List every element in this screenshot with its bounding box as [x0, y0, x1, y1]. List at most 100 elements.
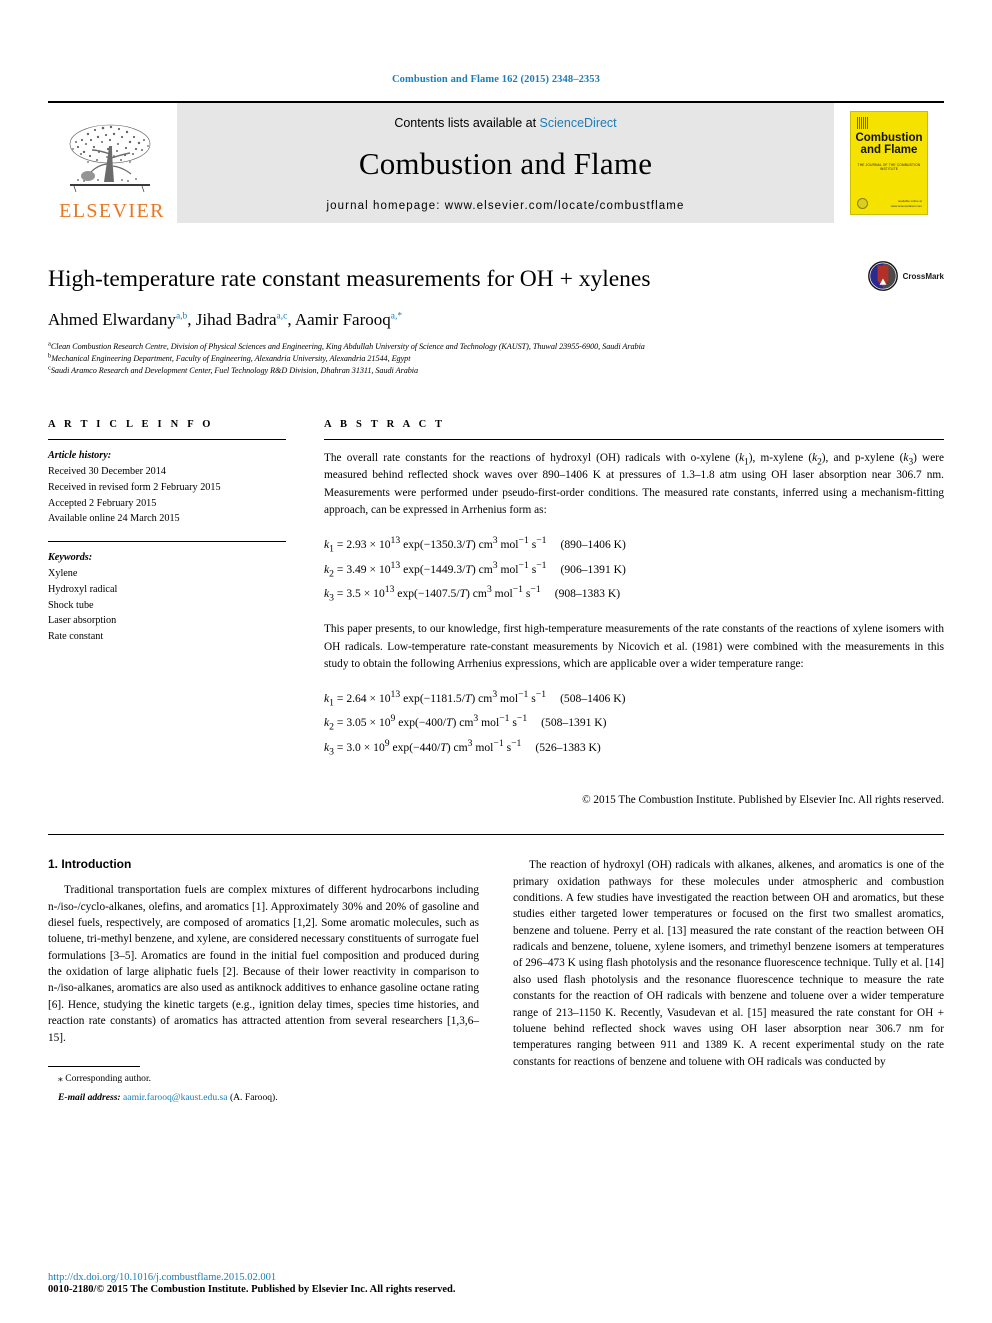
elsevier-wordmark: ELSEVIER — [59, 200, 165, 222]
equation-k3: k3 = 3.5 × 1013 exp(−1407.5/T) cm3 mol−1… — [324, 582, 944, 606]
equation-combined-k3: k3 = 3.0 × 109 exp(−440/T) cm3 mol−1 s−1… — [324, 736, 944, 760]
abstract-heading: A B S T R A C T — [324, 419, 446, 431]
eq-post: ) cm — [466, 586, 487, 600]
eq-units-exp: −1 — [493, 737, 504, 749]
corresponding-marker: ⁎ — [58, 1072, 63, 1084]
affiliation-text: Mechanical Engineering Department, Facul… — [51, 354, 411, 364]
eq-mid: exp(−440/ — [389, 740, 441, 754]
keyword-item: Hydroxyl radical — [48, 583, 118, 595]
journal-masthead: ELSEVIER Contents lists available at Sci… — [48, 101, 944, 223]
eq-units-exp: −1 — [518, 689, 529, 701]
divider — [324, 439, 944, 441]
keywords-label: Keywords: — [48, 552, 93, 564]
email-note: E-mail address: aamir.farooq@kaust.edu.s… — [48, 1091, 479, 1105]
homepage-url[interactable]: www.elsevier.com/locate/combustflame — [445, 200, 685, 212]
body-columns: 1. Introduction Traditional transportati… — [48, 857, 944, 1106]
email-label: E-mail address: — [58, 1092, 121, 1104]
corresponding-text: Corresponding author. — [65, 1072, 152, 1084]
eq-units-a: mol — [478, 716, 500, 730]
eq-units-a: mol — [497, 692, 519, 706]
eq-units-a: mol — [497, 562, 519, 576]
author-name-2: Jihad Badra — [195, 310, 277, 330]
eq-mid: exp(−1449.3/ — [400, 562, 466, 576]
crossmark-badge[interactable]: CrossMark — [867, 261, 944, 291]
eq-range: (908–1383 K) — [554, 586, 621, 600]
equation-k2: k2 = 3.49 × 1013 exp(−1449.3/T) cm3 mol−… — [324, 558, 944, 582]
keywords-block: Keywords: Xylene Hydroxyl radical Shock … — [48, 550, 286, 645]
page-title: High-temperature rate constant measureme… — [48, 266, 651, 292]
eq-mid: exp(−1350.3/ — [400, 538, 466, 552]
keyword-item: Xylene — [48, 567, 78, 579]
cover-footer: available online at www.sciencedirect.co… — [891, 199, 922, 208]
body-column-right: The reaction of hydroxyl (OH) radicals w… — [513, 857, 944, 1106]
affiliation-text: Clean Combustion Research Centre, Divisi… — [50, 342, 645, 352]
email-link[interactable]: aamir.farooq@kaust.edu.sa — [123, 1092, 227, 1103]
cover-footer-line2: www.sciencedirect.com — [890, 203, 922, 208]
section-heading-introduction: 1. Introduction — [48, 857, 132, 872]
eq-units-b: s — [503, 740, 512, 754]
eq-range: (508–1406 K) — [560, 692, 626, 706]
corresponding-author-note: ⁎ Corresponding author. — [48, 1072, 479, 1086]
homepage-prefix: journal homepage: — [326, 200, 445, 212]
eq-units-exp: −1 — [512, 584, 523, 596]
elsevier-logo: ELSEVIER — [48, 103, 176, 223]
eq-mid: exp(−1181.5/ — [400, 692, 465, 706]
page-footer: http://dx.doi.org/10.1016/j.combustflame… — [48, 1272, 508, 1295]
affiliation-item: bMechanical Engineering Department, Facu… — [48, 353, 944, 365]
divider — [48, 541, 286, 543]
intro-paragraph-left: Traditional transportation fuels are com… — [48, 884, 479, 1044]
abstract-part: ), m-xylene ( — [748, 452, 813, 465]
eq-units-b-exp: −1 — [511, 737, 522, 749]
eq-post: ) cm — [471, 538, 493, 552]
author-list: Ahmed Elwardanya,b, Jihad Badraa,c, Aami… — [48, 310, 403, 330]
abstract-paragraph-2: This paper presents, to our knowledge, f… — [324, 623, 944, 670]
eq-pre: = 2.64 × 10 — [333, 692, 391, 706]
eq-units-a: mol — [472, 740, 494, 754]
eq-pre: = 3.49 × 10 — [333, 562, 391, 576]
journal-homepage-line: journal homepage: www.elsevier.com/locat… — [327, 200, 685, 212]
eq-units-exp: −1 — [518, 535, 529, 547]
intro-paragraph-right: The reaction of hydroxyl (OH) radicals w… — [513, 859, 944, 1068]
affiliation-item: aClean Combustion Research Centre, Divis… — [48, 341, 944, 353]
eq-units-exp: −1 — [499, 713, 510, 725]
eq-units-b-exp: −1 — [516, 713, 528, 725]
body-column-left: 1. Introduction Traditional transportati… — [48, 857, 479, 1106]
eq-range: (508–1391 K) — [541, 716, 607, 730]
eq-units-a: mol — [497, 538, 519, 552]
eq-range: (906–1391 K) — [560, 562, 626, 576]
abstract-part: The overall rate constants for the react… — [324, 452, 740, 465]
contents-prefix: Contents lists available at — [394, 116, 540, 130]
crossmark-icon — [867, 261, 898, 291]
affiliation-text: Saudi Aramco Research and Development Ce… — [50, 366, 419, 376]
eq-mid: exp(−1407.5/ — [394, 586, 460, 600]
running-head: Combustion and Flame 162 (2015) 2348–235… — [392, 74, 600, 85]
eq-range: (526–1383 K) — [535, 740, 601, 754]
article-info-heading: A R T I C L E I N F O — [48, 419, 214, 431]
abstract-part: ), and p-xylene ( — [821, 452, 904, 465]
keyword-item: Rate constant — [48, 631, 104, 643]
contents-line: Contents lists available at ScienceDirec… — [394, 116, 616, 130]
equation-group-1: k1 = 2.93 × 1013 exp(−1350.3/T) cm3 mol−… — [324, 533, 944, 606]
eq-post: ) cm — [471, 562, 493, 576]
doi-link[interactable]: http://dx.doi.org/10.1016/j.combustflame… — [48, 1272, 508, 1283]
equation-group-2: k1 = 2.64 × 1013 exp(−1181.5/T) cm3 mol−… — [324, 687, 944, 760]
author-marks-1: a,b — [175, 311, 188, 322]
sciencedirect-link[interactable]: ScienceDirect — [540, 116, 617, 130]
title-block: CrossMark High-temperature rate constant… — [48, 261, 944, 377]
eq-post: ) cm — [446, 740, 468, 754]
keyword-item: Laser absorption — [48, 615, 117, 627]
eq-mid: exp(−400/ — [395, 716, 447, 730]
article-info-column: A R T I C L E I N F O Article history: R… — [48, 419, 286, 806]
affiliation-item: cSaudi Aramco Research and Development C… — [48, 365, 944, 377]
article-history-block: Article history: Received 30 December 20… — [48, 448, 286, 527]
cover-title: Combustion and Flame — [851, 132, 927, 157]
email-owner: (A. Farooq). — [229, 1092, 278, 1104]
abstract-paragraph-1: The overall rate constants for the react… — [324, 450, 944, 519]
journal-cover-thumbnail: Combustion and Flame THE JOURNAL OF THE … — [834, 103, 944, 223]
history-item: Received in revised form 2 February 2015 — [48, 481, 221, 493]
history-item: Available online 24 March 2015 — [48, 513, 180, 525]
eq-post: ) cm — [452, 716, 474, 730]
divider — [48, 439, 286, 441]
author-marks-3: a,* — [390, 311, 403, 322]
eq-units-exp: −1 — [518, 559, 529, 571]
